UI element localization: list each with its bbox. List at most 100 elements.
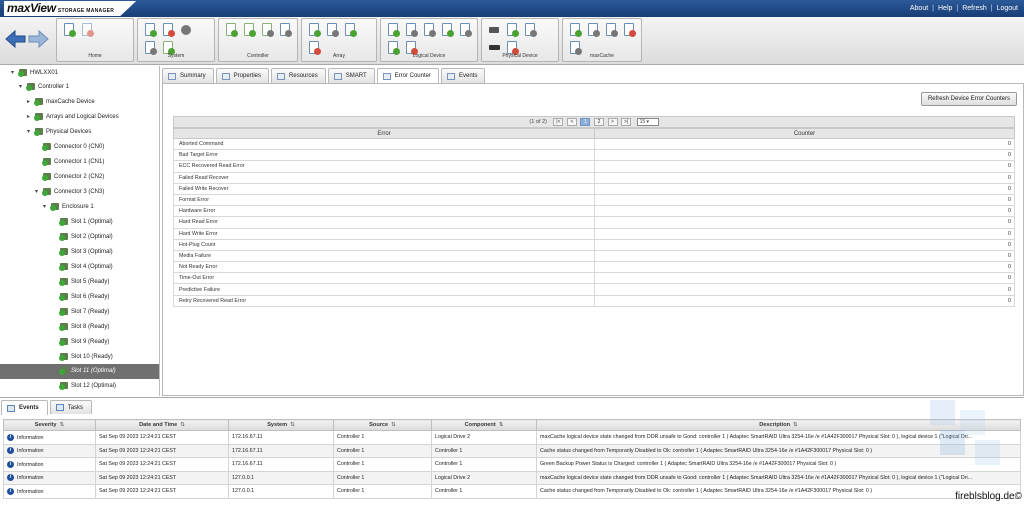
first-page-button[interactable]: |<	[553, 117, 564, 126]
table-row: Failed Read Recover 0	[173, 171, 1015, 184]
back-arrow-icon[interactable]	[5, 29, 26, 49]
controller-rescan-icon[interactable]	[241, 22, 257, 38]
group-label: Home	[88, 53, 102, 59]
tree-node-maxcache[interactable]: ▸ maxCache Device	[27, 95, 95, 110]
tab-resources[interactable]: Resources	[271, 68, 326, 83]
tree-node-slot[interactable]: Slot 12 (Optimal)	[52, 379, 116, 394]
table-row[interactable]: i Information Sat Sep 09 2023 12:24:21 CES…	[3, 457, 1021, 472]
tree-node-slot[interactable]: Slot 7 (Ready)	[52, 305, 109, 320]
tree-node-slot[interactable]: Slot 4 (Optimal)	[52, 260, 113, 275]
remove-system-icon[interactable]	[79, 22, 95, 38]
tree-node-slot[interactable]: Slot 6 (Ready)	[52, 290, 109, 305]
table-row[interactable]: i Information Sat Sep 09 2023 12:24:21 CES…	[3, 470, 1021, 485]
app-logo: maxView STORAGE MANAGER	[4, 1, 137, 16]
disk-icon	[59, 247, 69, 256]
array-create-icon[interactable]	[306, 22, 322, 38]
prev-page-button[interactable]: <	[566, 117, 577, 126]
table-row: Not Ready Error 0	[173, 261, 1015, 274]
sort-icon: ⇅	[793, 422, 798, 428]
tab-error-counter[interactable]: Error Counter	[376, 68, 439, 84]
enclosure-icon	[50, 202, 60, 211]
column-header-date[interactable]: Date and Time ⇅	[95, 419, 229, 431]
tree-node-root[interactable]: ▾ HWLXX01	[11, 66, 58, 81]
last-page-button[interactable]: >|	[621, 117, 632, 126]
tree-node-enclosure[interactable]: ▾ Enclosure 1	[43, 200, 94, 215]
tab-smart[interactable]: SMART	[327, 68, 375, 83]
top-bar: maxView STORAGE MANAGER About | Help | Refres…	[0, 0, 1024, 17]
table-row: Hard Write Error 0	[173, 227, 1015, 240]
ld-verify-icon[interactable]	[439, 22, 455, 38]
table-row[interactable]: i Information Sat Sep 09 2023 12:24:21 CES…	[3, 484, 1021, 499]
main-panel: Summary Properties Resources SMART Error…	[162, 66, 1024, 396]
tree-node-slot[interactable]: Slot 5 (Ready)	[52, 275, 109, 290]
tab-events[interactable]: Events	[440, 68, 486, 83]
help-link[interactable]: Help	[938, 5, 952, 12]
tree-node-connector[interactable]: Connector 2 (CN2)	[35, 170, 104, 185]
page-button-2[interactable]: 2	[593, 117, 604, 126]
refresh-link[interactable]: Refresh	[962, 5, 987, 12]
pd-spare-icon[interactable]	[504, 22, 520, 38]
tree-node-physical-devices[interactable]: ▾ Physical Devices	[27, 125, 91, 140]
pager: (1 of 2) |< < 1 2 > >| 15 ▾	[173, 116, 1015, 128]
add-icon[interactable]	[142, 22, 158, 38]
tree-node-arrays[interactable]: ▸ Arrays and Logical Devices	[27, 110, 119, 125]
mc-delete-icon[interactable]	[621, 22, 637, 38]
tree-node-slot[interactable]: Slot 3 (Optimal)	[52, 245, 113, 260]
ld-expand-icon[interactable]	[403, 22, 419, 38]
remove-icon[interactable]	[160, 22, 176, 38]
forward-arrow-icon[interactable]	[28, 29, 49, 49]
ld-cache-icon[interactable]	[421, 22, 437, 38]
tab-properties[interactable]: Properties	[215, 68, 270, 83]
tree-node-slot[interactable]: Slot 1 (Optimal)	[52, 215, 113, 230]
column-header-system[interactable]: System ⇅	[228, 419, 334, 431]
tree-node-slot[interactable]: Slot 8 (Ready)	[52, 320, 109, 335]
table-row[interactable]: i Information Sat Sep 09 2023 12:24:21 CES…	[3, 430, 1021, 445]
group-label: maxCache	[590, 53, 614, 59]
table-row[interactable]: i Information Sat Sep 09 2023 12:24:21 CES…	[3, 443, 1021, 458]
controller-lock-icon[interactable]	[277, 22, 293, 38]
tab-tasks[interactable]: Tasks	[49, 400, 93, 414]
mc-search-icon[interactable]	[603, 22, 619, 38]
refresh-error-counters-button[interactable]: Refresh Device Error Counters	[920, 92, 1017, 106]
controller-settings-icon[interactable]	[223, 22, 239, 38]
disk-icon	[59, 277, 69, 286]
array-edit-icon[interactable]	[324, 22, 340, 38]
column-header-component[interactable]: Component ⇅	[431, 419, 537, 431]
settings-gear-icon[interactable]	[178, 22, 194, 38]
column-header-source[interactable]: Source ⇅	[333, 419, 432, 431]
events-table: Severity ⇅ Date and Time ⇅ System ⇅ Source ⇅…	[3, 419, 1021, 499]
next-page-button[interactable]: >	[607, 117, 618, 126]
array-spare-icon[interactable]	[342, 22, 358, 38]
tab-events-log[interactable]: Events	[1, 400, 48, 415]
tree-node-slot-selected[interactable]: Slot 11 (Optimal)	[0, 364, 159, 379]
sort-icon: ⇅	[498, 422, 504, 428]
pd-erase-icon[interactable]	[522, 22, 538, 38]
tab-summary[interactable]: Summary	[162, 68, 214, 83]
physical-devices-icon	[34, 127, 44, 136]
tree-node-controller[interactable]: ▾ Controller 1	[19, 80, 69, 95]
tree-node-slot[interactable]: Slot 9 (Ready)	[52, 335, 109, 350]
tree-node-slot[interactable]: Slot 2 (Optimal)	[52, 230, 113, 245]
page-button-1[interactable]: 1	[580, 117, 591, 126]
tree-node-connector[interactable]: Connector 0 (CN0)	[35, 140, 104, 155]
table-row: Bad Target Error 0	[173, 149, 1015, 162]
mc-edit-icon[interactable]	[585, 22, 601, 38]
table-row: Failed Write Recover 0	[173, 182, 1015, 195]
page-size-select[interactable]: 15 ▾	[636, 117, 659, 126]
logout-link[interactable]: Logout	[997, 5, 1018, 12]
ld-edit-icon[interactable]	[457, 22, 473, 38]
tree-node-slot[interactable]: Slot 10 (Ready)	[52, 350, 113, 365]
tree-node-connector[interactable]: ▾ Connector 3 (CN3)	[35, 185, 104, 200]
add-system-icon[interactable]	[61, 22, 77, 38]
tree-node-connector[interactable]: Connector 1 (CN1)	[35, 155, 104, 170]
column-header-severity[interactable]: Severity ⇅	[3, 419, 96, 431]
group-label: Array	[333, 53, 345, 59]
mc-create-icon[interactable]	[567, 22, 583, 38]
pd-locate-icon[interactable]	[486, 22, 502, 38]
about-link[interactable]: About	[910, 5, 928, 12]
column-header-counter: Counter	[594, 128, 1015, 139]
disk-icon	[59, 366, 69, 375]
table-row: Format Error 0	[173, 193, 1015, 207]
ld-create-icon[interactable]	[385, 22, 401, 38]
controller-update-icon[interactable]	[259, 22, 275, 38]
